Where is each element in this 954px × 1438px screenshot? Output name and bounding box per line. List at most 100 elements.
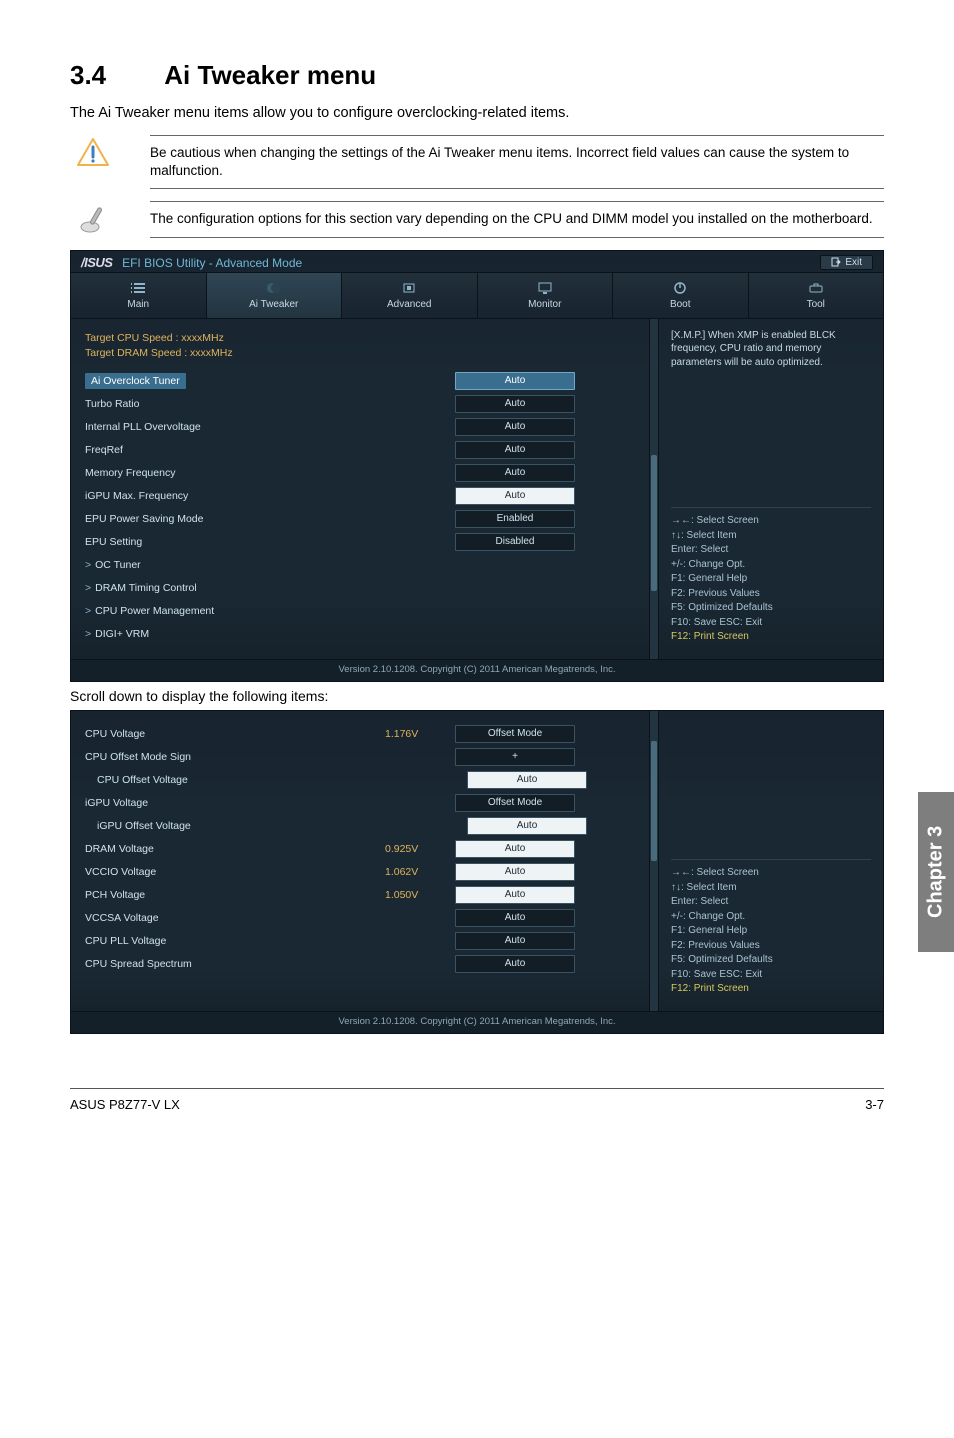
setting-row[interactable]: >CPU Power Management [85, 601, 635, 621]
setting-row[interactable]: Turbo RatioAuto [85, 394, 635, 414]
tab-advanced[interactable]: Advanced [342, 273, 478, 318]
setting-row[interactable]: CPU Voltage1.176VOffset Mode [85, 724, 635, 744]
setting-row[interactable]: CPU Offset Voltage Auto [85, 770, 635, 790]
setting-label: PCH Voltage [85, 889, 385, 901]
setting-label: CPU Offset Voltage [85, 774, 397, 786]
setting-value[interactable]: Auto [455, 395, 575, 413]
setting-row[interactable]: VCCIO Voltage1.062VAuto [85, 862, 635, 882]
setting-value[interactable]: Auto [455, 372, 575, 390]
setting-value[interactable]: Auto [467, 771, 587, 789]
intro-text: The Ai Tweaker menu items allow you to c… [70, 105, 884, 121]
setting-label: CPU Spread Spectrum [85, 958, 385, 970]
setting-value[interactable]: Auto [455, 955, 575, 973]
setting-label: >CPU Power Management [85, 605, 385, 617]
chevron-right-icon: > [85, 582, 91, 594]
setting-row[interactable]: >OC Tuner [85, 555, 635, 575]
warning-icon [70, 135, 116, 167]
setting-label: Ai Overclock Tuner [85, 375, 385, 387]
help-key-line: →←: Select Screen [671, 514, 871, 529]
monitor-icon [478, 279, 613, 297]
tab-boot[interactable]: Boot [613, 273, 749, 318]
setting-row[interactable]: FreqRef Auto [85, 440, 635, 460]
bios-screenshot-1: /ISUS EFI BIOS Utility - Advanced Mode E… [70, 250, 884, 682]
setting-label: DRAM Voltage [85, 843, 385, 855]
setting-value[interactable]: Auto [455, 909, 575, 927]
tab-main[interactable]: Main [71, 273, 207, 318]
note-text: The configuration options for this secti… [150, 201, 884, 237]
scroll-thumb[interactable] [651, 455, 657, 591]
setting-value[interactable]: Auto [455, 863, 575, 881]
scrollbar[interactable] [649, 319, 659, 659]
setting-row[interactable]: PCH Voltage1.050VAuto [85, 885, 635, 905]
setting-label: VCCSA Voltage [85, 912, 385, 924]
help-key-line: F10: Save ESC: Exit [671, 616, 871, 631]
setting-value[interactable]: Auto [455, 487, 575, 505]
setting-row[interactable]: Internal PLL Overvoltage Auto [85, 417, 635, 437]
setting-label: CPU Offset Mode Sign [85, 751, 385, 763]
scrollbar[interactable] [649, 711, 659, 1011]
bios-footer: Version 2.10.1208. Copyright (C) 2011 Am… [71, 1011, 883, 1033]
setting-value[interactable]: Enabled [455, 510, 575, 528]
scroll-note: Scroll down to display the following ite… [70, 688, 884, 704]
scroll-thumb[interactable] [651, 741, 657, 861]
help-key-line: F10: Save ESC: Exit [671, 968, 871, 983]
setting-row[interactable]: iGPU VoltageOffset Mode [85, 793, 635, 813]
setting-value[interactable]: Auto [455, 932, 575, 950]
setting-value[interactable]: Auto [455, 441, 575, 459]
setting-value[interactable]: Auto [455, 840, 575, 858]
help-key-line: F5: Optimized Defaults [671, 601, 871, 616]
tab-monitor[interactable]: Monitor [478, 273, 614, 318]
list-icon [71, 279, 206, 297]
setting-row[interactable]: >DIGI+ VRM [85, 624, 635, 644]
setting-label: EPU Setting [85, 536, 385, 548]
tab-tool[interactable]: Tool [749, 273, 884, 318]
setting-row[interactable]: CPU Offset Mode Sign + [85, 747, 635, 767]
setting-row[interactable]: Memory FrequencyAuto [85, 463, 635, 483]
setting-row[interactable]: iGPU Max. FrequencyAuto [85, 486, 635, 506]
setting-value[interactable]: Offset Mode [455, 725, 575, 743]
help-key-line: +/-: Change Opt. [671, 910, 871, 925]
power-icon [613, 279, 748, 297]
chapter-tab: Chapter 3 [918, 792, 954, 952]
section-title: Ai Tweaker menu [164, 60, 376, 90]
setting-row[interactable]: VCCSA Voltage Auto [85, 908, 635, 928]
setting-label: Internal PLL Overvoltage [85, 421, 385, 433]
tool-icon [749, 279, 884, 297]
setting-row[interactable]: EPU Setting Disabled [85, 532, 635, 552]
setting-row[interactable]: CPU Spread Spectrum Auto [85, 954, 635, 974]
footer-page: 3-7 [865, 1097, 884, 1112]
help-key-line: F2: Previous Values [671, 587, 871, 602]
setting-value[interactable]: Offset Mode [455, 794, 575, 812]
setting-label: FreqRef [85, 444, 385, 456]
bios-help-text: [X.M.P.] When XMP is enabled BLCK freque… [671, 329, 871, 370]
help-key-line: Enter: Select [671, 895, 871, 910]
setting-row[interactable]: Ai Overclock Tuner Auto [85, 371, 635, 391]
setting-row[interactable]: EPU Power Saving Mode Enabled [85, 509, 635, 529]
tab-ai-tweaker[interactable]: Ai Tweaker [207, 273, 343, 318]
help-key-line: →←: Select Screen [671, 866, 871, 881]
setting-label: CPU PLL Voltage [85, 935, 385, 947]
help-key-line: F5: Optimized Defaults [671, 953, 871, 968]
exit-button[interactable]: Exit [820, 255, 873, 270]
setting-value[interactable]: Auto [455, 886, 575, 904]
setting-value[interactable]: Auto [467, 817, 587, 835]
note-icon [70, 201, 116, 237]
help-key-line: +/-: Change Opt. [671, 558, 871, 573]
bios-screenshot-2: CPU Voltage1.176VOffset Mode CPU Offset M… [70, 710, 884, 1034]
setting-label: >DRAM Timing Control [85, 582, 385, 594]
setting-value[interactable]: + [455, 748, 575, 766]
bios-footer: Version 2.10.1208. Copyright (C) 2011 Am… [71, 659, 883, 681]
help-key-line: F2: Previous Values [671, 939, 871, 954]
setting-label: EPU Power Saving Mode [85, 513, 385, 525]
setting-row[interactable]: DRAM Voltage0.925VAuto [85, 839, 635, 859]
setting-row[interactable]: iGPU Offset VoltageAuto [85, 816, 635, 836]
section-heading: 3.4 Ai Tweaker menu [70, 60, 884, 91]
setting-readout: 1.176V [385, 728, 455, 740]
help-key-line: F12: Print Screen [671, 630, 871, 645]
setting-row[interactable]: CPU PLL Voltage Auto [85, 931, 635, 951]
setting-value[interactable]: Auto [455, 418, 575, 436]
setting-value[interactable]: Auto [455, 464, 575, 482]
setting-row[interactable]: >DRAM Timing Control [85, 578, 635, 598]
setting-value[interactable]: Disabled [455, 533, 575, 551]
bios-brand: /ISUS [81, 255, 112, 270]
